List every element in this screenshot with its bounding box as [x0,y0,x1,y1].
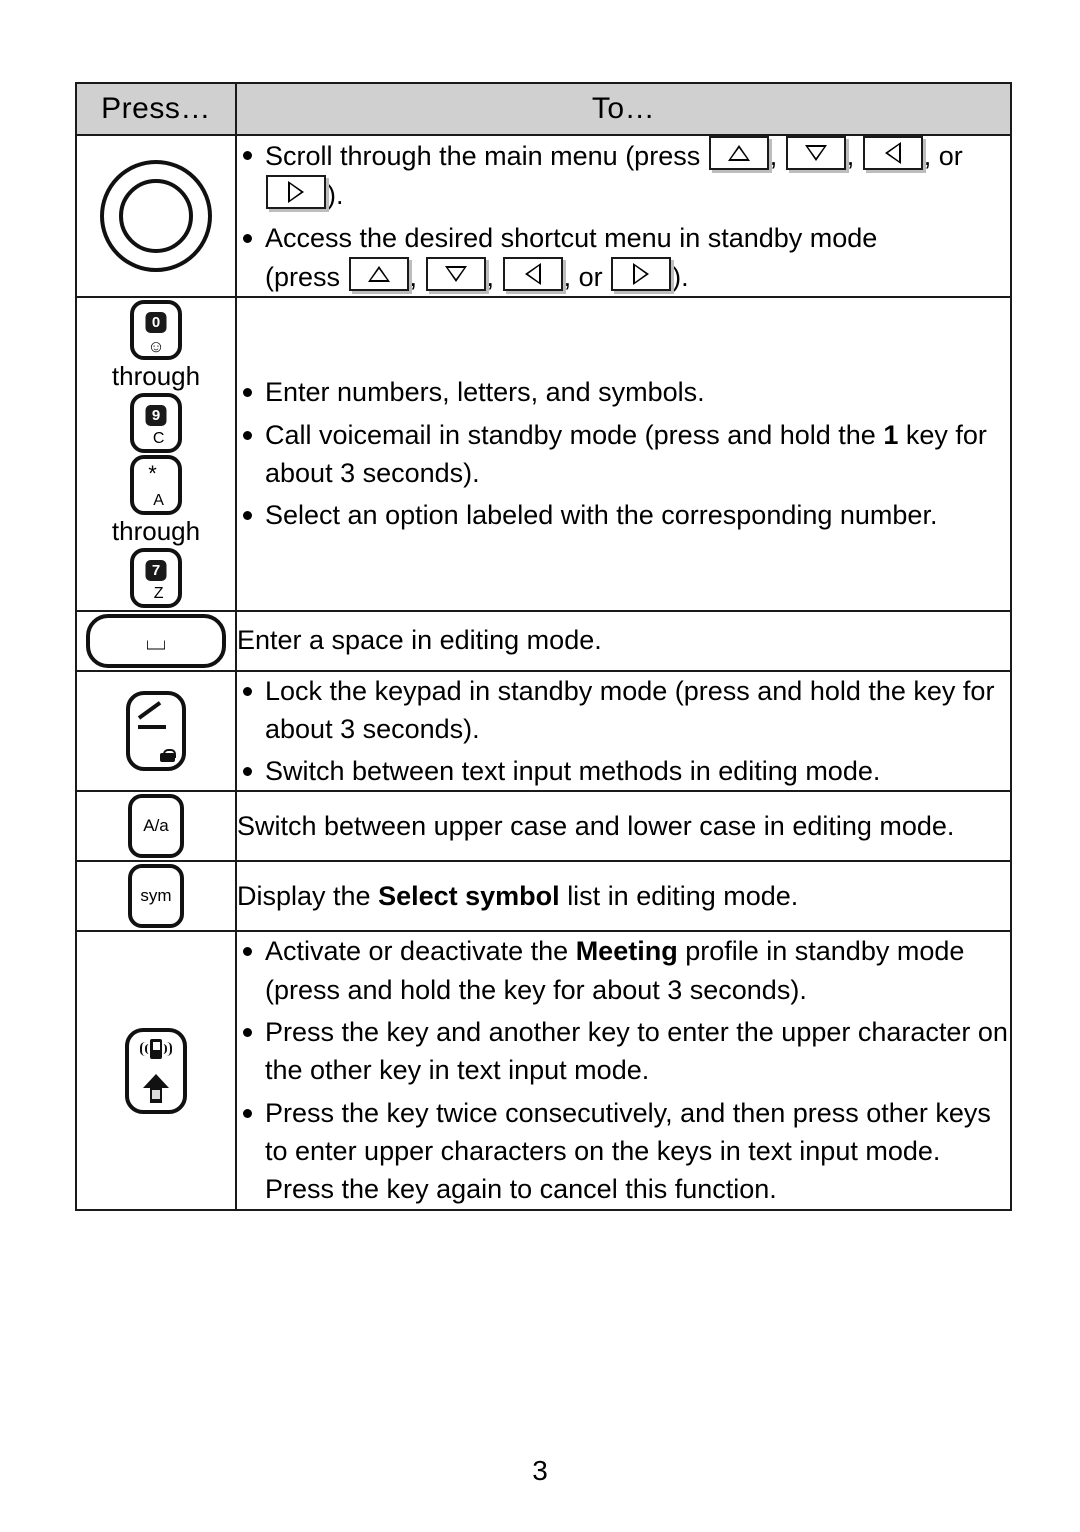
text-after: list in editing mode. [567,881,799,912]
key-star-letter: A [153,491,164,509]
left-arrow-key-icon [502,256,563,291]
case-key-icon: A/a [128,794,184,859]
key-7-letter: Z [153,584,164,602]
bullet-text: Call voicemail in standby mode (press an… [265,419,876,450]
up-arrow-icon [143,1073,169,1104]
description-text: Display the Select symbol list in editin… [237,877,1010,915]
description-text: Switch between upper case and lower case… [237,811,955,842]
table-row: Scroll through the main menu (press , , … [75,133,1012,299]
column-header-press: Press… [75,82,237,136]
vibrate-phone-icon [140,1038,172,1061]
bullet-text: Scroll through the main menu (press [265,141,701,171]
key-cell-symbol: sym [75,860,237,933]
key-9-number: 9 [145,404,167,426]
table-header: Press… To… [75,82,1012,136]
list-item: Scroll through the main menu (press , , … [237,136,1010,215]
bullet-text: Activate or deactivate the [265,936,569,967]
table-header-row: Press… To… [75,82,1012,136]
case-key-label: A/a [143,816,169,836]
angle-icon [137,701,166,729]
key-functions-table: Press… To… Scroll through the main menu … [75,82,1012,1211]
description-cell-symbol: Display the Select symbol list in editin… [235,860,1012,933]
symbol-key-icon: sym [128,864,184,929]
table-row: 0 ☺ through 9 C * A through 7 Z Enter nu… [75,296,1012,612]
description-cell-shift: Activate or deactivate the Meeting profi… [235,930,1012,1211]
text-before: Display the [237,881,371,912]
bullet-list: Scroll through the main menu (press , , … [237,136,1010,296]
list-item: Switch between text input methods in edi… [237,752,1010,790]
through-label-1: through [111,361,201,392]
right-arrow-key-icon [266,175,326,210]
key-cell-navigation [75,133,237,299]
list-item: Press the key and another key to enter t… [237,1013,1010,1090]
bullet-list: Activate or deactivate the Meeting profi… [237,932,1010,1208]
bullet-text-or: , or [563,261,603,292]
navigation-key-icon [100,160,212,273]
list-item: Enter numbers, letters, and symbols. [237,373,1010,411]
key-cell-shift [75,930,237,1211]
bullet-text-end: ). [672,261,689,292]
table-row: ⌴ Enter a space in editing mode. [75,609,1012,672]
list-item: Select an option labeled with the corres… [237,496,1010,534]
asterisk-icon: * [148,460,157,486]
bullet-text-end: ). [327,180,344,211]
description-cell-navigation: Scroll through the main menu (press , , … [235,133,1012,299]
up-arrow-key-icon [708,136,769,170]
list-item: Lock the keypad in standby mode (press a… [237,672,1010,749]
space-glyph: ⌴ [145,624,167,655]
list-item: Access the desired shortcut menu in stan… [237,219,1010,297]
manual-page: Press… To… Scroll through the main menu … [0,0,1080,1532]
list-item: Activate or deactivate the Meeting profi… [237,932,1010,1009]
smiley-icon: ☺ [147,337,165,357]
bullet-list: Enter numbers, letters, and symbols. Cal… [237,373,1010,534]
down-arrow-key-icon [785,136,846,170]
key-cell-space: ⌴ [75,609,237,672]
key-0-icon: 0 ☺ [130,300,182,361]
bullet-text-cont: , or [923,141,963,171]
lock-key-icon [126,690,186,771]
left-arrow-key-icon [862,136,923,170]
bullet-text-cont: (press [265,261,341,292]
padlock-icon [160,748,176,762]
bullet-list: Lock the keypad in standby mode (press a… [237,672,1010,791]
table-row: Lock the keypad in standby mode (press a… [75,669,1012,793]
key-9-letter: C [152,429,165,447]
page-number: 3 [532,1455,548,1486]
column-header-to: To… [235,82,1012,136]
key-cell-lock [75,669,237,793]
through-label-2: through [111,515,201,546]
table-row: A/a Switch between upper case and lower … [75,790,1012,863]
up-arrow-key-icon [348,256,409,291]
description-cell-case: Switch between upper case and lower case… [235,790,1012,863]
bullet-text: Access the desired shortcut menu in stan… [265,222,878,253]
table-row: Activate or deactivate the Meeting profi… [75,930,1012,1211]
list-item: Press the key twice consecutively, and t… [237,1094,1010,1209]
down-arrow-key-icon [425,256,486,291]
voicemail-key-number: 1 [883,419,899,450]
description-text: Enter a space in editing mode. [237,625,602,656]
shift-meeting-key-icon [125,1027,187,1114]
key-0-number: 0 [145,312,167,334]
right-arrow-key-icon [611,256,672,291]
table-row: sym Display the Select symbol list in ed… [75,860,1012,933]
symbol-key-label: sym [140,886,172,906]
key-7-icon: 7 Z [130,547,182,608]
key-cell-numeric: 0 ☺ through 9 C * A through 7 Z [75,296,237,612]
space-key-icon: ⌴ [86,613,226,668]
key-9-icon: 9 C [130,392,182,453]
key-cell-case: A/a [75,790,237,863]
key-7-number: 7 [145,559,167,581]
description-cell-space: Enter a space in editing mode. [235,609,1012,672]
key-star-icon: * A [130,454,182,515]
meeting-profile-name: Meeting [575,936,678,967]
description-cell-lock: Lock the keypad in standby mode (press a… [235,669,1012,793]
description-cell-numeric: Enter numbers, letters, and symbols. Cal… [235,296,1012,612]
list-item: Call voicemail in standby mode (press an… [237,416,1010,493]
table-body: Scroll through the main menu (press , , … [75,133,1012,1211]
select-symbol-menu-name: Select symbol [378,881,560,912]
